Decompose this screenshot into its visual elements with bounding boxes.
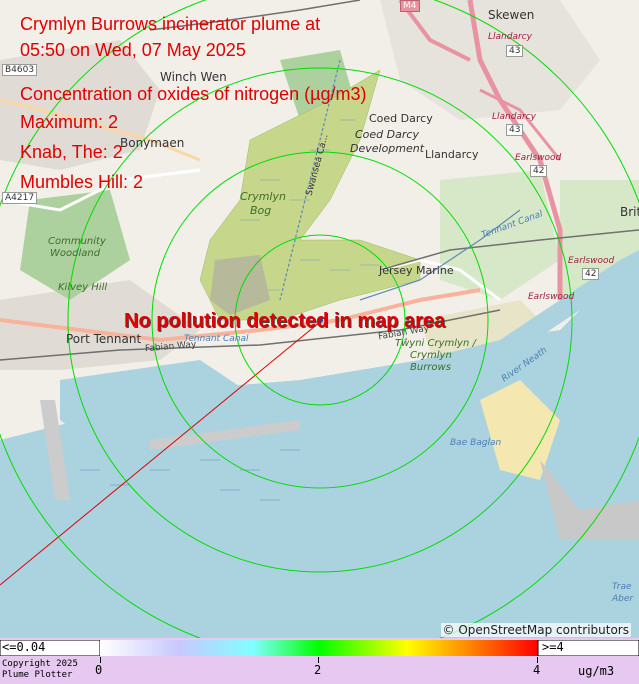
legend-low-label: <=0.04: [2, 640, 46, 654]
label-port-tennant: Port Tennant: [66, 332, 142, 346]
map-view[interactable]: Skewen Winch Wen Bonymaen Coed Darcy Coe…: [0, 0, 639, 638]
concentration-site-2: Mumbles Hill: 2: [20, 172, 144, 192]
label-kilvey-hill: Kilvey Hill: [58, 282, 108, 293]
legend-tick-label-2: 2: [314, 663, 322, 677]
label-earlswood-3: Earlswood: [528, 292, 575, 302]
concentration-site-1: Knab, The: 2: [20, 142, 123, 162]
label-bae-baglan: Bae Baglan: [450, 438, 502, 448]
label-coed-darcy-dev: Coed Darcy: [355, 128, 419, 141]
label-community: Community: [48, 236, 106, 247]
legend-unit: ug/m3: [578, 664, 615, 678]
label-tennant-canal: Tennant Canal: [184, 334, 249, 344]
label-winch-wen: Winch Wen: [160, 70, 227, 84]
concentration-maximum: Maximum: 2: [20, 112, 119, 132]
legend-tick-label-4: 4: [533, 663, 541, 677]
label-crymlyn: Crymlyn: [240, 190, 286, 203]
label-burrows: Burrows: [410, 362, 451, 373]
label-aber: Aber: [612, 594, 634, 604]
label-crymlyn-2: Crymlyn: [410, 350, 452, 361]
badge-m4: M4: [400, 0, 420, 12]
label-llandarcy-2: Llandarcy: [492, 112, 536, 122]
label-woodland: Woodland: [50, 248, 101, 259]
label-bog: Bog: [250, 204, 272, 217]
label-bonymaen: Bonymaen: [120, 136, 185, 150]
copyright-line-2: Plume Plotter: [2, 670, 73, 680]
badge-b4603: B4603: [2, 64, 38, 76]
label-jersey-marine: Jersey Marine: [379, 264, 454, 277]
legend: <=0.04 >=4 0 2 4 ug/m3 Copyright 2025 Pl…: [0, 638, 639, 684]
title-line-1: Crymlyn Burrows incinerator plume at: [20, 14, 321, 34]
legend-gradient: [100, 640, 538, 656]
concentration-heading: Concentration of oxides of nitrogen (µg/…: [20, 84, 367, 104]
no-pollution-message: No pollution detected in map area: [124, 310, 446, 332]
label-llandarcy: Llandarcy: [425, 148, 479, 161]
badge-j42a: 42: [530, 165, 548, 177]
legend-high-label: >=4: [542, 640, 564, 654]
label-earlswood-2: Earlswood: [568, 256, 615, 266]
title-line-2: 05:50 on Wed, 07 May 2025: [20, 40, 246, 60]
label-llandarcy-1: Llandarcy: [488, 32, 532, 42]
legend-tick-label-0: 0: [95, 663, 103, 677]
label-brit: Brit: [620, 205, 639, 219]
label-twyni: Tŵyni Crymlyn /: [395, 338, 476, 349]
badge-j43a: 43: [506, 45, 524, 57]
attribution-text[interactable]: © OpenStreetMap contributors: [443, 623, 629, 637]
label-trae: Trae: [612, 582, 632, 592]
badge-a4217: A4217: [2, 192, 38, 204]
label-development: Development: [350, 142, 425, 155]
label-skewen: Skewen: [488, 8, 535, 22]
osm-attribution[interactable]: © OpenStreetMap contributors: [440, 623, 631, 637]
badge-j43b: 43: [506, 124, 524, 136]
copyright-line-1: Copyright 2025: [2, 659, 78, 669]
label-coed-darcy: Coed Darcy: [369, 112, 433, 125]
badge-j42b: 42: [582, 268, 600, 280]
label-earlswood-1: Earlswood: [515, 153, 562, 163]
